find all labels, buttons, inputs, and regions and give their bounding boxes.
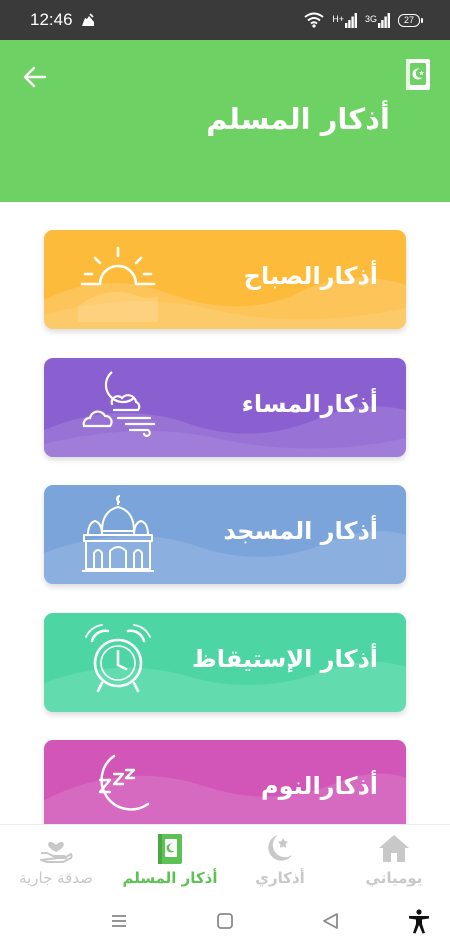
category-card-sleep[interactable]: أذكارالنوم [44, 740, 406, 824]
app-header: أذكار المسلم [0, 40, 450, 202]
network-type-label: H+ [332, 13, 344, 24]
card-label: أذكار الإستيقاظ [191, 645, 378, 673]
back-triangle-icon[interactable] [318, 910, 344, 932]
nav-item-charity[interactable]: صدقة جارية [0, 831, 112, 891]
signal-icon [344, 12, 357, 28]
nav-label: أذكار المسلم [122, 869, 218, 887]
charity-hand-icon [40, 842, 73, 863]
card-label: أذكار المسجد [223, 517, 378, 545]
nav-item-muslim-azkar[interactable]: أذكار المسلم [110, 831, 230, 891]
back-arrow-icon [23, 66, 47, 88]
nav-item-daily[interactable]: يومياتي [338, 831, 450, 891]
signal-icon [378, 12, 390, 28]
page-title: أذكار المسلم [206, 102, 390, 136]
home-button-icon[interactable] [212, 910, 238, 932]
category-card-waking[interactable]: أذكار الإستيقاظ [44, 613, 406, 712]
nav-label: صدقة جارية [19, 869, 93, 887]
status-indicators: H+ 3G 27 [304, 11, 423, 29]
book-icon [158, 834, 182, 864]
status-bar: 12:46 H+ 3G 27 [0, 0, 450, 40]
network-type-label-2: 3G [364, 13, 377, 24]
category-card-morning[interactable]: أذكارالصباح [44, 230, 406, 329]
sleep-moon-icon [98, 754, 150, 811]
bottom-navigation: يومياتي أذكاري أذكار المسلم صدقة جارية [0, 824, 450, 894]
sunrise-icon [78, 246, 158, 322]
system-navigation-bar [0, 894, 450, 950]
mosque-icon [82, 495, 154, 572]
alarm-clock-icon [85, 624, 151, 693]
signal-1: H+ [332, 12, 357, 28]
category-card-mosque[interactable]: أذكار المسجد [44, 485, 406, 584]
back-button[interactable] [20, 62, 50, 92]
nav-label: يومياتي [365, 869, 423, 887]
accessibility-icon[interactable] [406, 908, 432, 934]
azkar-category-list: أذكارالصباح أذكارالمساء أذكار المسجد أذك… [0, 202, 450, 824]
signal-2: 3G [364, 12, 390, 28]
notification-app-icon [82, 13, 94, 26]
moon-cloud-icon [82, 371, 156, 437]
category-card-evening[interactable]: أذكارالمساء [44, 358, 406, 457]
nav-label: أذكاري [255, 869, 305, 887]
home-icon [379, 835, 409, 862]
status-time: 12:46 [30, 10, 73, 29]
wifi-icon [304, 12, 324, 28]
card-label: أذكارالنوم [261, 772, 378, 800]
card-label: أذكارالمساء [241, 390, 378, 418]
battery-indicator: 27 [398, 13, 423, 27]
book-icon[interactable] [404, 58, 432, 92]
recent-apps-icon[interactable] [106, 910, 132, 932]
card-label: أذكارالصباح [243, 262, 378, 290]
star-crescent-icon [268, 835, 292, 861]
nav-item-my-azkar[interactable]: أذكاري [224, 831, 336, 891]
